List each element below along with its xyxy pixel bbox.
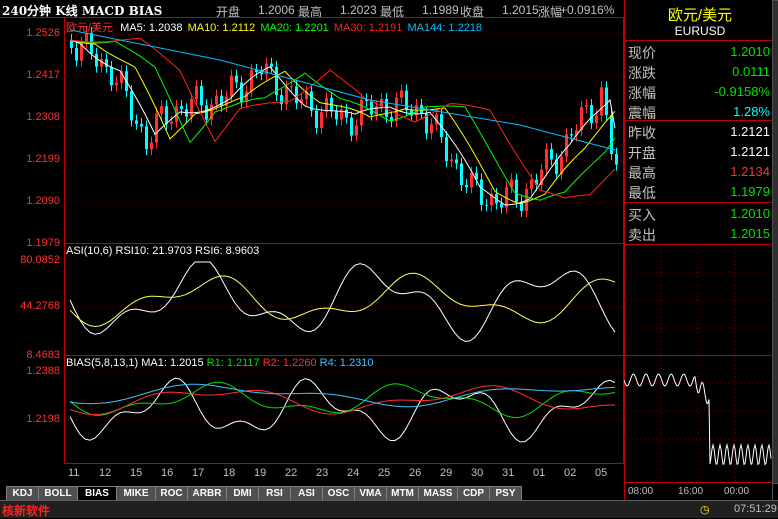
asi-y-tick: 8.4683 xyxy=(26,349,60,361)
quote-label: 涨幅 xyxy=(628,85,656,101)
quote-label: 卖出 xyxy=(628,227,656,243)
y-tick: 1.2308 xyxy=(26,111,60,123)
quote-value: 1.28% xyxy=(733,104,770,119)
x-tick-label: 11 xyxy=(68,467,80,479)
status-bar: 核新软件 ◷ 07:51:29 xyxy=(0,500,778,518)
quote-value: 1.1979 xyxy=(730,184,770,199)
y-tick: 1.2090 xyxy=(26,195,60,207)
brand-label: 核新软件 xyxy=(2,504,51,518)
ma30-label: MA30: 1.2191 xyxy=(333,22,403,34)
bias-r4-label: R4: 1.2310 xyxy=(319,357,374,369)
x-tick-label: 12 xyxy=(99,467,112,479)
quote-value: -0.9158% xyxy=(714,84,770,99)
asi-y-tick: 80.0852 xyxy=(20,254,60,266)
x-tick-label: 02 xyxy=(564,467,577,479)
y-tick: 1.2199 xyxy=(26,153,60,165)
status-time: 07:51:29 xyxy=(734,503,777,515)
main-legend: 欧元/美元 MA5: 1.2038 MA10: 1.2112 MA20: 1.2… xyxy=(66,19,482,35)
x-tick-label: 24 xyxy=(347,467,360,479)
quote-label: 现价 xyxy=(628,45,656,61)
bias-legend: BIAS(5,8,13,1) MA1: 1.2015 R1: 1.2117 R2… xyxy=(66,357,373,369)
bias-ma1-label: MA1: 1.2015 xyxy=(141,357,204,369)
quote-label: 开盘 xyxy=(628,145,656,161)
x-tick-label: 18 xyxy=(223,467,236,479)
bias-y-tick: 1.2388 xyxy=(26,365,60,377)
x-tick-label: 16 xyxy=(161,467,174,479)
bias-r2-label: R2: 1.2260 xyxy=(262,357,317,369)
quote-value: 1.2121 xyxy=(730,124,770,139)
quote-value: 1.2121 xyxy=(730,144,770,159)
asi-legend: ASI(10,6) RSI10: 21.9703 RSI6: 8.9603 xyxy=(66,245,259,257)
asi-lines xyxy=(69,261,616,342)
rsi6-label: RSI6: 8.9603 xyxy=(195,245,260,257)
x-tick-label: 26 xyxy=(409,467,422,479)
quote-value: 1.2015 xyxy=(730,226,770,241)
asi-y-tick: 44.2768 xyxy=(20,300,60,312)
quote-value: 0.0111 xyxy=(732,64,770,79)
x-tick-label: 17 xyxy=(192,467,205,479)
vertical-scrollbar[interactable] xyxy=(772,0,778,484)
x-tick-label: 22 xyxy=(285,467,298,479)
chart-frame xyxy=(64,17,624,464)
quote-label: 昨收 xyxy=(628,125,656,141)
intraday-line xyxy=(624,373,772,466)
x-tick-label: 05 xyxy=(595,467,608,479)
y-tick: 1.2526 xyxy=(26,27,60,39)
clock-icon: ◷ xyxy=(700,504,710,516)
quote-label: 买入 xyxy=(628,207,656,223)
mini-time: 00:00 xyxy=(724,486,750,497)
ma144-label: MA144: 1.2218 xyxy=(407,22,483,34)
x-tick-label: 01 xyxy=(533,467,546,479)
x-tick-label: 19 xyxy=(254,467,267,479)
ma5-label: MA5: 1.2038 xyxy=(120,22,183,34)
x-tick-label: 31 xyxy=(502,467,515,479)
y-tick: 1.2417 xyxy=(26,69,60,81)
bias-lines xyxy=(69,377,616,443)
candlesticks xyxy=(70,26,618,217)
quote-label: 震幅 xyxy=(628,105,656,121)
bias-r1-label: R1: 1.2117 xyxy=(206,357,260,369)
mini-time: 16:00 xyxy=(678,486,704,497)
bias-title: BIAS(5,8,13,1) xyxy=(66,357,139,369)
x-tick-label: 30 xyxy=(471,467,484,479)
quote-value: 1.2010 xyxy=(730,206,770,221)
x-tick-label: 15 xyxy=(130,467,143,479)
ma20-label: MA20: 1.2201 xyxy=(260,22,329,34)
quote-label: 最低 xyxy=(628,185,656,201)
quote-value: 1.2134 xyxy=(730,164,770,179)
rsi10-label: RSI10: 21.9703 xyxy=(115,245,192,257)
mini-time: 08:00 xyxy=(628,486,654,497)
asi-title: ASI(10,6) xyxy=(66,245,113,257)
quote-label: 涨跌 xyxy=(628,65,656,81)
quote-value: 1.2010 xyxy=(730,44,770,59)
x-tick-label: 23 xyxy=(316,467,329,479)
ma10-label: MA10: 1.2112 xyxy=(187,22,256,34)
symbol-label: 欧元/美元 xyxy=(66,22,114,34)
x-tick-label: 29 xyxy=(440,467,453,479)
x-tick-label: 25 xyxy=(378,467,391,479)
y-tick: 1.1979 xyxy=(26,237,60,249)
bias-y-tick: 1.2198 xyxy=(26,413,60,425)
quote-label: 最高 xyxy=(628,165,656,181)
